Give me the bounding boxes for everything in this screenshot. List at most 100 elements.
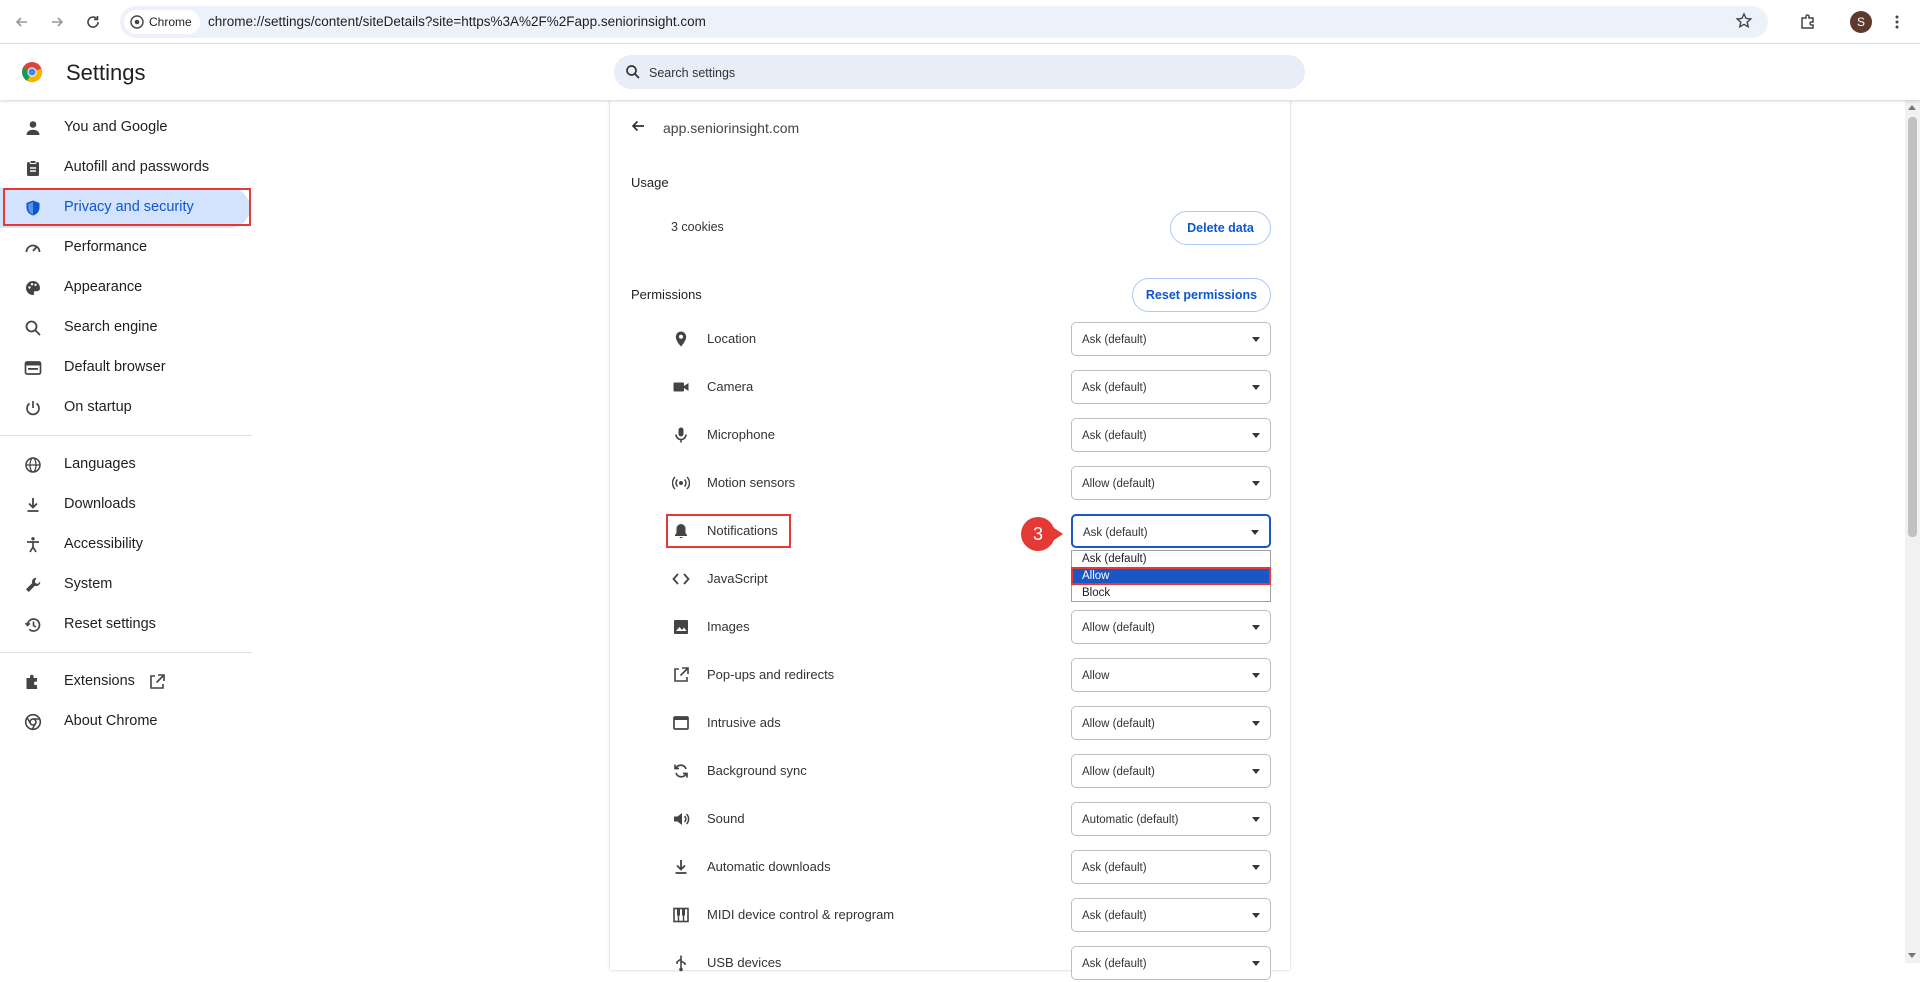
- step-marker: 3: [1021, 517, 1055, 551]
- scroll-up-icon[interactable]: [1908, 105, 1916, 110]
- open-in-new-icon: [674, 667, 689, 682]
- search-box[interactable]: [614, 55, 1305, 91]
- select-value: Allow: [1082, 670, 1110, 682]
- sidebar-item-label: Default browser: [64, 359, 166, 375]
- select-value: Ask (default): [1082, 862, 1147, 874]
- search-icon: [626, 65, 640, 79]
- avatar[interactable]: S: [1850, 11, 1872, 33]
- back-button[interactable]: [9, 9, 35, 35]
- location-select[interactable]: Ask (default): [1071, 322, 1271, 356]
- sidebar-item-appearance[interactable]: Appearance: [0, 268, 252, 308]
- notifications-dropdown-list: Ask (default) Allow Block: [1071, 550, 1271, 602]
- select-value: Allow (default): [1082, 622, 1155, 634]
- forward-button[interactable]: [44, 9, 70, 35]
- sidebar-item-label: Appearance: [64, 279, 143, 295]
- site-chip[interactable]: Chrome: [124, 10, 200, 34]
- cookies-count: 3 cookies: [671, 220, 724, 234]
- usb-devices-select[interactable]: Ask (default): [1071, 946, 1271, 980]
- select-value: Ask (default): [1082, 334, 1147, 346]
- dropdown-option-ask[interactable]: Ask (default): [1072, 552, 1270, 567]
- chrome-icon: [130, 15, 144, 29]
- sidebar-item-you-and-google[interactable]: You and Google: [0, 108, 252, 148]
- sidebar-item-autofill[interactable]: Autofill and passwords: [0, 148, 252, 188]
- search-input[interactable]: [647, 55, 1291, 91]
- globe-icon: [25, 457, 41, 473]
- sidebar-item-on-startup[interactable]: On startup: [0, 388, 252, 428]
- sidebar-item-downloads[interactable]: Downloads: [0, 485, 252, 525]
- permission-label: Location: [707, 331, 757, 346]
- permission-label: Background sync: [707, 763, 807, 778]
- site-name: app.seniorinsight.com: [663, 120, 800, 136]
- permission-row-usb-devices: USB devices Ask (default): [610, 944, 1290, 982]
- reload-icon: [87, 16, 99, 28]
- sensors-icon: [672, 476, 690, 490]
- scrollbar-thumb[interactable]: [1908, 117, 1917, 537]
- browser-icon: [24, 361, 42, 375]
- sidebar-divider: [0, 652, 252, 653]
- sidebar-divider: [0, 435, 252, 436]
- permission-row-background-sync: Background sync Allow (default): [610, 752, 1290, 790]
- sidebar-item-default-browser[interactable]: Default browser: [0, 348, 252, 388]
- popups-select[interactable]: Allow: [1071, 658, 1271, 692]
- scrollbar[interactable]: [1905, 100, 1920, 963]
- caret-down-icon: [1252, 481, 1260, 486]
- puzzle-icon: [1801, 14, 1814, 29]
- arrow-right-icon: [52, 17, 64, 27]
- url-text[interactable]: chrome://settings/content/siteDetails?si…: [208, 14, 706, 29]
- intrusive-ads-select[interactable]: Allow (default): [1071, 706, 1271, 740]
- caret-down-icon: [1252, 913, 1260, 918]
- menu-button[interactable]: [1884, 9, 1910, 35]
- sound-select[interactable]: Automatic (default): [1071, 802, 1271, 836]
- sidebar-item-system[interactable]: System: [0, 565, 252, 605]
- star-icon: [1735, 12, 1753, 29]
- select-value: Ask (default): [1083, 527, 1148, 539]
- extensions-button[interactable]: [1795, 9, 1821, 35]
- palette-icon: [26, 281, 40, 295]
- sidebar-item-reset-settings[interactable]: Reset settings: [0, 605, 252, 645]
- back-arrow-button[interactable]: [630, 118, 646, 134]
- microphone-select[interactable]: Ask (default): [1071, 418, 1271, 452]
- camera-icon: [673, 382, 689, 392]
- select-value: Ask (default): [1082, 910, 1147, 922]
- permission-label: JavaScript: [707, 571, 768, 586]
- highlight-box: [1071, 567, 1271, 585]
- background-sync-select[interactable]: Allow (default): [1071, 754, 1271, 788]
- caret-down-icon: [1252, 337, 1260, 342]
- sidebar-item-languages[interactable]: Languages: [0, 445, 252, 485]
- clipboard-icon: [27, 160, 39, 176]
- address-bar[interactable]: Chrome chrome://settings/content/siteDet…: [120, 6, 1768, 38]
- delete-data-button[interactable]: Delete data: [1170, 211, 1271, 245]
- notifications-select[interactable]: Ask (default): [1071, 514, 1271, 548]
- camera-select[interactable]: Ask (default): [1071, 370, 1271, 404]
- sidebar-item-label: You and Google: [64, 119, 168, 135]
- automatic-downloads-select[interactable]: Ask (default): [1071, 850, 1271, 884]
- permission-label: Automatic downloads: [707, 859, 831, 874]
- dropdown-option-block[interactable]: Block: [1072, 586, 1270, 601]
- select-value: Ask (default): [1082, 382, 1147, 394]
- sidebar-item-accessibility[interactable]: Accessibility: [0, 525, 252, 565]
- reset-permissions-button[interactable]: Reset permissions: [1132, 278, 1271, 312]
- sidebar-item-label: Search engine: [64, 319, 158, 335]
- wrench-icon: [26, 577, 41, 592]
- permission-row-images: Images Allow (default): [610, 608, 1290, 646]
- caret-down-icon: [1252, 817, 1260, 822]
- accessibility-icon: [27, 537, 39, 553]
- scroll-down-icon[interactable]: [1908, 953, 1916, 958]
- select-value: Allow (default): [1082, 478, 1155, 490]
- sidebar-item-performance[interactable]: Performance: [0, 228, 252, 268]
- caret-down-icon: [1252, 865, 1260, 870]
- highlight-box: [3, 188, 251, 226]
- person-icon: [26, 121, 40, 135]
- sidebar-item-label: System: [64, 576, 113, 592]
- motion-sensors-select[interactable]: Allow (default): [1071, 466, 1271, 500]
- permissions-heading: Permissions: [631, 287, 702, 302]
- bookmark-star-button[interactable]: [1734, 11, 1754, 31]
- reload-button[interactable]: [80, 9, 106, 35]
- select-value: Ask (default): [1082, 430, 1147, 442]
- midi-select[interactable]: Ask (default): [1071, 898, 1271, 932]
- sidebar-item-search-engine[interactable]: Search engine: [0, 308, 252, 348]
- highlight-box: [666, 514, 791, 548]
- sidebar-item-extensions[interactable]: Extensions: [0, 662, 252, 702]
- sidebar-item-about-chrome[interactable]: About Chrome: [0, 702, 252, 742]
- images-select[interactable]: Allow (default): [1071, 610, 1271, 644]
